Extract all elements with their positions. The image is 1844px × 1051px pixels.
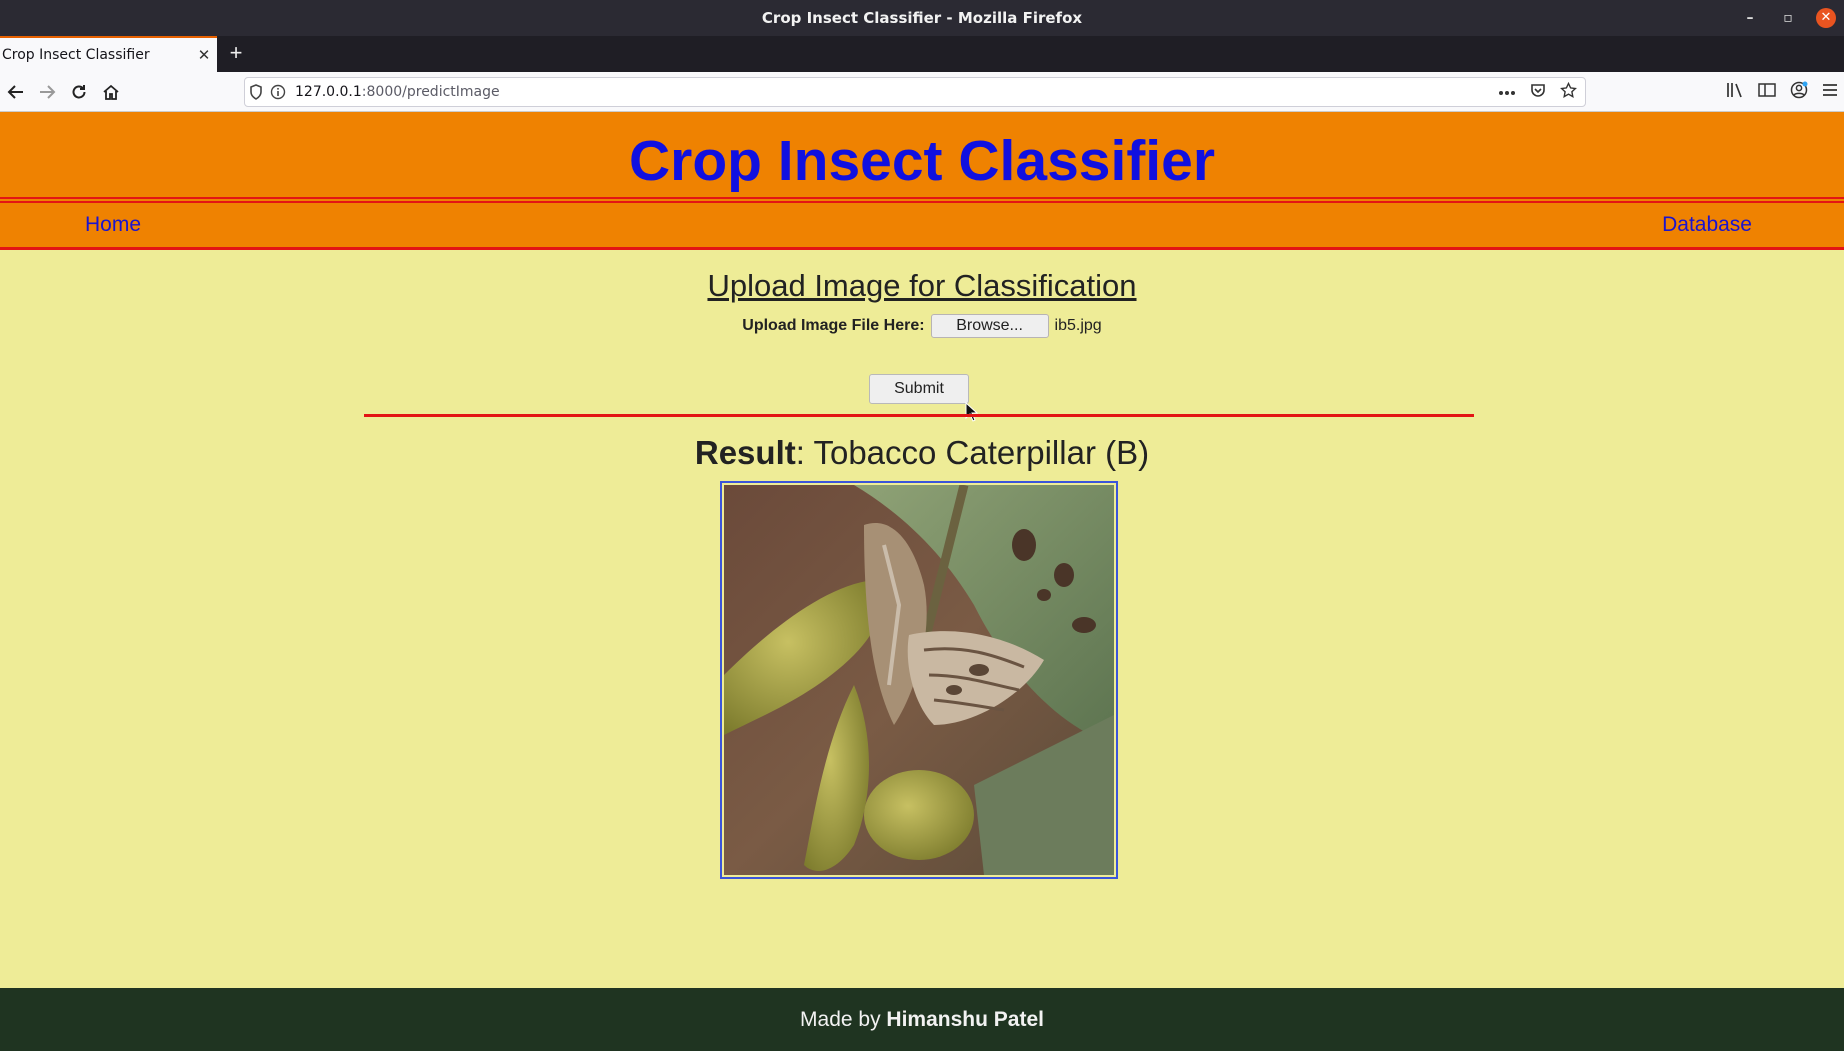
nav-home-link[interactable]: Home bbox=[85, 213, 141, 237]
maximize-icon[interactable]: ▫ bbox=[1778, 8, 1798, 28]
sidebar-icon[interactable] bbox=[1758, 82, 1776, 103]
site-footer: Made by Himanshu Patel bbox=[0, 988, 1844, 1051]
result-label: Result bbox=[694, 434, 796, 471]
new-tab-icon[interactable]: + bbox=[224, 36, 248, 72]
browser-tab[interactable]: Crop Insect Classifier ✕ bbox=[0, 36, 217, 72]
submit-button[interactable]: Submit bbox=[869, 374, 969, 404]
minimize-icon[interactable]: – bbox=[1740, 8, 1760, 28]
close-tab-icon[interactable]: ✕ bbox=[191, 46, 217, 64]
page-content: Crop Insect Classifier Home Database Upl… bbox=[0, 112, 1844, 1051]
browser-navbar: 127.0.0.1:8000/predictImage bbox=[0, 72, 1844, 112]
more-actions-icon[interactable] bbox=[1498, 84, 1516, 100]
url-host: 127.0.0.1 bbox=[295, 84, 362, 100]
window-title: Crop Insect Classifier - Mozilla Firefox bbox=[761, 9, 1083, 27]
url-actions bbox=[1498, 78, 1577, 106]
tab-bar: Crop Insect Classifier ✕ + bbox=[0, 36, 1844, 72]
library-icon[interactable] bbox=[1726, 82, 1744, 103]
close-window-icon[interactable]: ✕ bbox=[1816, 8, 1836, 28]
reload-icon[interactable] bbox=[65, 78, 93, 106]
account-icon[interactable] bbox=[1790, 81, 1808, 104]
toolbar-right bbox=[1726, 78, 1838, 106]
url-path: :8000/predictImage bbox=[361, 84, 500, 100]
site-header: Crop Insect Classifier Home Database bbox=[0, 112, 1844, 249]
bookmark-star-icon[interactable] bbox=[1560, 81, 1577, 103]
header-bottom-border bbox=[0, 247, 1844, 250]
tab-title: Crop Insect Classifier bbox=[2, 47, 150, 63]
upload-label: Upload Image File Here: bbox=[742, 317, 925, 334]
pocket-icon[interactable] bbox=[1530, 82, 1546, 102]
insect-photo bbox=[724, 485, 1114, 875]
upload-heading: Upload Image for Classification bbox=[707, 268, 1137, 303]
menu-icon[interactable] bbox=[1822, 83, 1838, 102]
result-value: : Tobacco Caterpillar (B) bbox=[795, 434, 1150, 471]
header-divider-top bbox=[0, 197, 1844, 199]
selected-file-name: ib5.jpg bbox=[1054, 317, 1102, 334]
forward-icon[interactable] bbox=[33, 78, 61, 106]
header-divider-bottom bbox=[0, 201, 1844, 203]
result-text: Result: Tobacco Caterpillar (B) bbox=[0, 434, 1844, 472]
url-text: 127.0.0.1:8000/predictImage bbox=[295, 84, 500, 100]
back-icon[interactable] bbox=[2, 78, 30, 106]
window-titlebar: Crop Insect Classifier - Mozilla Firefox… bbox=[0, 0, 1844, 36]
window-controls: – ▫ ✕ bbox=[1740, 0, 1836, 36]
shield-icon[interactable] bbox=[245, 84, 267, 100]
result-divider bbox=[364, 414, 1474, 417]
url-bar[interactable]: 127.0.0.1:8000/predictImage bbox=[244, 77, 1586, 107]
nav-database-link[interactable]: Database bbox=[1662, 213, 1752, 237]
home-icon[interactable] bbox=[97, 78, 125, 106]
site-title: Crop Insect Classifier bbox=[628, 129, 1216, 193]
footer-author: Himanshu Patel bbox=[886, 1008, 1044, 1031]
result-image bbox=[720, 481, 1118, 879]
footer-prefix: Made by bbox=[800, 1008, 887, 1031]
browse-button[interactable]: Browse... bbox=[930, 314, 1049, 338]
upload-row: Upload Image File Here: Browse... ib5.jp… bbox=[0, 314, 1844, 338]
info-icon[interactable] bbox=[267, 84, 289, 100]
